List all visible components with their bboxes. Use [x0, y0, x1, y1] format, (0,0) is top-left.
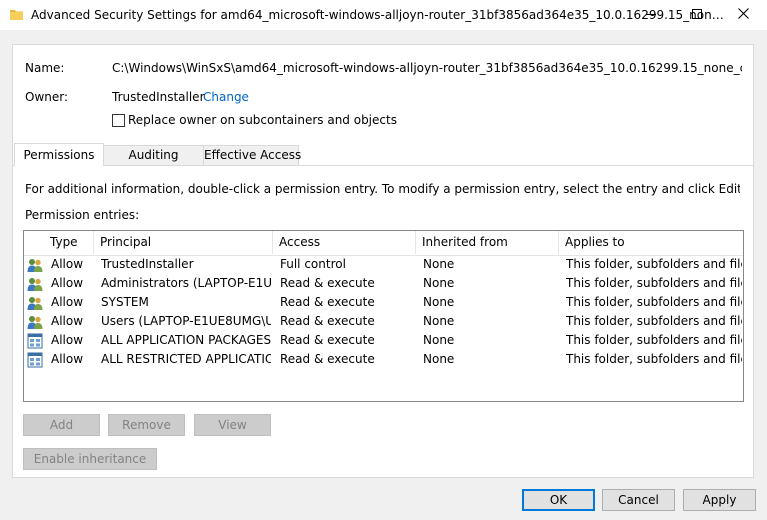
owner-label: Owner: [25, 90, 69, 104]
cell-type: Allow [51, 314, 84, 328]
cell-inherited-from: None [423, 295, 455, 309]
cell-inherited-from: None [423, 333, 455, 347]
ok-button[interactable]: OK [522, 489, 595, 511]
cell-principal: SYSTEM [101, 295, 149, 309]
cell-principal: Administrators (LAPTOP-E1U... [101, 276, 271, 290]
cell-type: Allow [51, 333, 84, 347]
app-package-icon [27, 352, 43, 368]
user-group-icon [27, 314, 43, 330]
cell-inherited-from: None [423, 352, 455, 366]
cell-access: Read & execute [280, 276, 375, 290]
cell-principal: ALL APPLICATION PACKAGES [101, 333, 271, 347]
change-owner-link[interactable]: Change [203, 90, 249, 104]
cell-type: Allow [51, 352, 84, 366]
column-applies-to[interactable]: Applies to [559, 231, 743, 254]
cell-principal: Users (LAPTOP-E1UE8UMG\U... [101, 314, 271, 328]
maximize-icon [692, 8, 702, 22]
apply-button[interactable]: Apply [683, 489, 756, 511]
cell-applies-to: This folder, subfolders and files [566, 333, 742, 347]
dialog-content: Name: C:\Windows\WinSxS\amd64_microsoft-… [12, 44, 754, 478]
app-package-icon [27, 333, 43, 349]
list-header: Type Principal Access Inherited from App… [24, 231, 743, 256]
column-type[interactable]: Type [44, 231, 94, 254]
remove-button[interactable]: Remove [108, 414, 185, 436]
cancel-button[interactable]: Cancel [602, 489, 675, 511]
name-label: Name: [25, 61, 65, 75]
cell-access: Read & execute [280, 352, 375, 366]
tab-permissions-label: Permissions [23, 148, 95, 162]
tab-permissions[interactable]: Permissions [14, 143, 104, 166]
cell-access: Read & execute [280, 314, 375, 328]
cell-type: Allow [51, 276, 84, 290]
tab-effective-access[interactable]: Effective Access [203, 145, 302, 165]
window-title: Advanced Security Settings for amd64_mic… [31, 8, 724, 22]
tab-auditing-label: Auditing [128, 148, 179, 162]
add-button[interactable]: Add [23, 414, 100, 436]
cell-applies-to: This folder, subfolders and files [566, 257, 742, 271]
table-row[interactable]: Allow TrustedInstaller Full control None… [24, 255, 743, 274]
table-row[interactable]: Allow SYSTEM Read & execute None This fo… [24, 293, 743, 312]
user-group-icon [27, 257, 43, 273]
maximize-button[interactable] [674, 0, 720, 30]
cell-access: Read & execute [280, 333, 375, 347]
title-bar[interactable]: Advanced Security Settings for amd64_mic… [0, 0, 767, 30]
info-text: For additional information, double-click… [25, 182, 740, 196]
cell-applies-to: This folder, subfolders and files [566, 314, 742, 328]
view-button[interactable]: View [194, 414, 271, 436]
table-row[interactable]: Allow Users (LAPTOP-E1UE8UMG\U... Read &… [24, 312, 743, 331]
tab-divider [13, 165, 753, 166]
owner-value: TrustedInstaller [112, 90, 205, 104]
user-group-icon [27, 276, 43, 292]
permission-entries-list[interactable]: Type Principal Access Inherited from App… [23, 230, 744, 402]
minimize-button[interactable] [628, 0, 674, 30]
cell-inherited-from: None [423, 314, 455, 328]
user-group-icon [27, 295, 43, 311]
cell-principal: TrustedInstaller [101, 257, 194, 271]
replace-owner-label[interactable]: Replace owner on subcontainers and objec… [128, 113, 397, 127]
column-principal[interactable]: Principal [94, 231, 273, 254]
cell-access: Read & execute [280, 295, 375, 309]
cell-inherited-from: None [423, 276, 455, 290]
table-row[interactable]: Allow Administrators (LAPTOP-E1U... Read… [24, 274, 743, 293]
table-row[interactable]: Allow ALL RESTRICTED APPLICATIO... Read … [24, 350, 743, 369]
folder-icon [10, 8, 24, 20]
close-icon [737, 8, 749, 22]
advanced-security-settings-window: Advanced Security Settings for amd64_mic… [0, 0, 767, 520]
cell-principal: ALL RESTRICTED APPLICATIO... [101, 352, 271, 366]
enable-inheritance-button[interactable]: Enable inheritance [23, 448, 157, 470]
cell-applies-to: This folder, subfolders and files [566, 276, 742, 290]
cell-access: Full control [280, 257, 346, 271]
replace-owner-checkbox[interactable] [112, 114, 125, 127]
cell-type: Allow [51, 257, 84, 271]
minimize-icon [646, 8, 656, 22]
close-button[interactable] [720, 0, 766, 30]
name-value: C:\Windows\WinSxS\amd64_microsoft-window… [112, 61, 742, 75]
column-inherited-from[interactable]: Inherited from [416, 231, 559, 254]
cell-applies-to: This folder, subfolders and files [566, 352, 742, 366]
cell-applies-to: This folder, subfolders and files [566, 295, 742, 309]
cell-inherited-from: None [423, 257, 455, 271]
tab-auditing[interactable]: Auditing [103, 145, 204, 165]
column-access[interactable]: Access [273, 231, 416, 254]
cell-type: Allow [51, 295, 84, 309]
table-row[interactable]: Allow ALL APPLICATION PACKAGES Read & ex… [24, 331, 743, 350]
tab-effective-access-label: Effective Access [204, 148, 302, 162]
permission-entries-label: Permission entries: [25, 208, 140, 222]
